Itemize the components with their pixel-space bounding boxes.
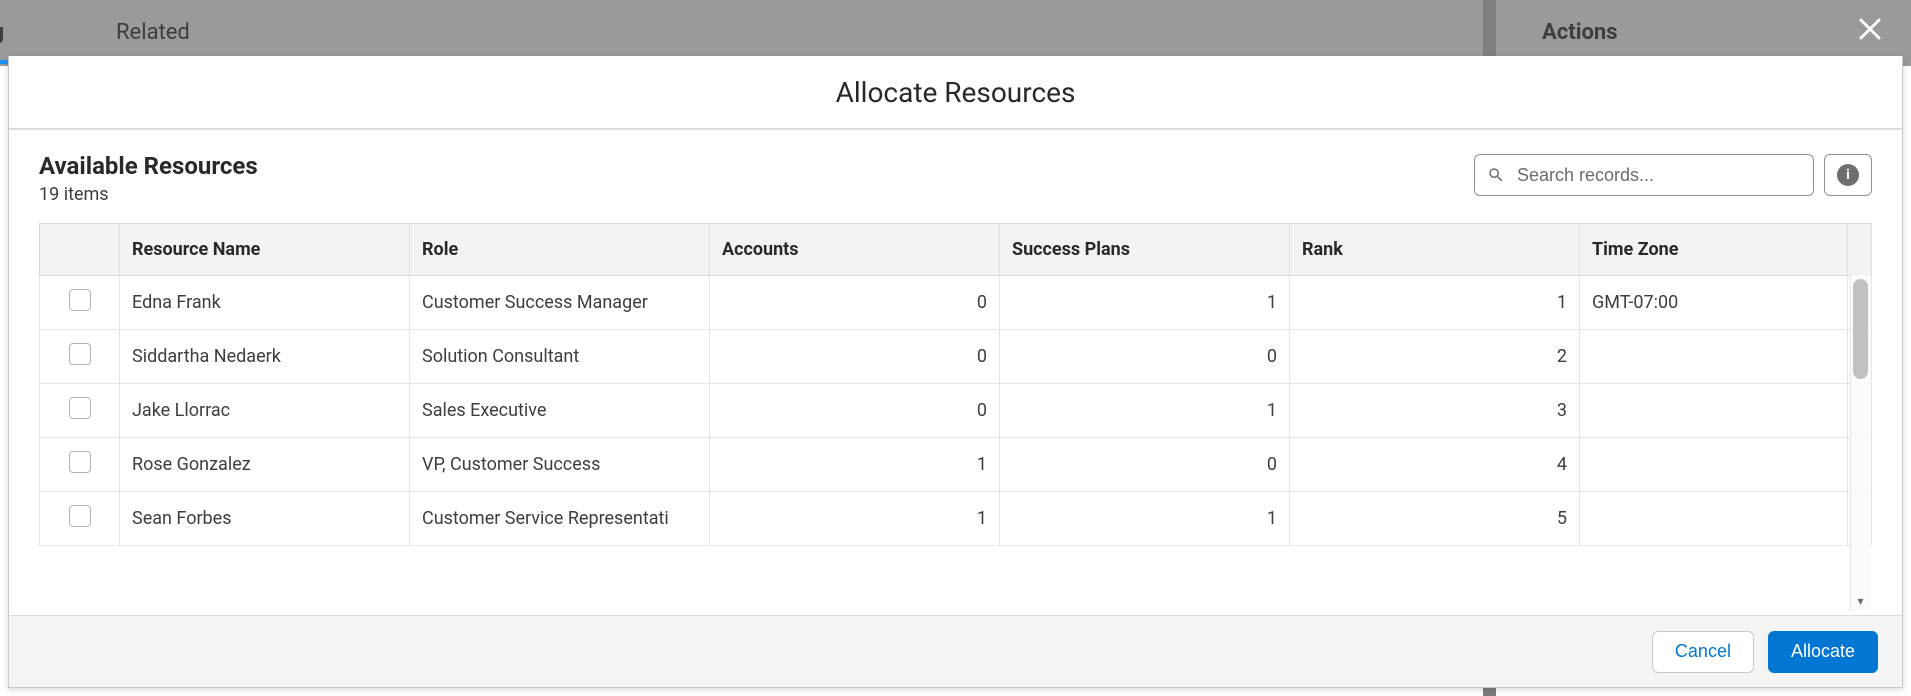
row-checkbox-cell[interactable] (40, 492, 120, 546)
resources-table-wrapper: Resource Name Role Accounts Success Plan… (39, 223, 1872, 615)
cell-success-plans: 1 (1000, 384, 1290, 438)
bg-tab-label: cing (0, 20, 4, 45)
cell-success-plans: 1 (1000, 492, 1290, 546)
cell-rank: 5 (1290, 492, 1580, 546)
row-checkbox-cell[interactable] (40, 330, 120, 384)
checkbox[interactable] (69, 397, 91, 419)
bg-actions-label: Actions (1542, 20, 1618, 45)
col-role[interactable]: Role (410, 224, 710, 276)
row-checkbox-cell[interactable] (40, 276, 120, 330)
table-row[interactable]: Siddartha NedaerkSolution Consultant002 (40, 330, 1872, 384)
cell-role: Customer Success Manager (410, 276, 710, 330)
table-header-row: Resource Name Role Accounts Success Plan… (40, 224, 1872, 276)
search-input[interactable] (1515, 164, 1801, 187)
cell-rank: 2 (1290, 330, 1580, 384)
search-icon (1487, 166, 1505, 184)
cell-success-plans: 0 (1000, 438, 1290, 492)
cell-time-zone (1580, 330, 1848, 384)
bg-tab-label: Related (116, 20, 190, 45)
cell-role: Customer Service Representati (410, 492, 710, 546)
cell-accounts: 1 (710, 492, 1000, 546)
cell-success-plans: 0 (1000, 330, 1290, 384)
cell-resource-name: Siddartha Nedaerk (120, 330, 410, 384)
cell-accounts: 0 (710, 384, 1000, 438)
allocate-button-label: Allocate (1791, 641, 1855, 662)
checkbox[interactable] (69, 343, 91, 365)
table-scrollbar[interactable]: ▾ (1850, 275, 1870, 611)
cell-rank: 3 (1290, 384, 1580, 438)
col-success-plans[interactable]: Success Plans (1000, 224, 1290, 276)
col-time-zone[interactable]: Time Zone (1580, 224, 1848, 276)
item-count-label: 19 items (39, 184, 258, 205)
cell-role: Solution Consultant (410, 330, 710, 384)
checkbox[interactable] (69, 289, 91, 311)
allocate-resources-modal: Allocate Resources Available Resources 1… (8, 56, 1903, 688)
scroll-down-icon[interactable]: ▾ (1851, 593, 1870, 609)
cell-accounts: 0 (710, 330, 1000, 384)
col-rank[interactable]: Rank (1290, 224, 1580, 276)
cell-role: VP, Customer Success (410, 438, 710, 492)
search-input-wrapper[interactable] (1474, 154, 1814, 196)
modal-title: Allocate Resources (9, 56, 1902, 130)
cell-time-zone (1580, 438, 1848, 492)
info-icon: i (1837, 164, 1859, 186)
checkbox[interactable] (69, 451, 91, 473)
col-accounts[interactable]: Accounts (710, 224, 1000, 276)
cell-resource-name: Sean Forbes (120, 492, 410, 546)
cell-rank: 4 (1290, 438, 1580, 492)
cell-resource-name: Jake Llorrac (120, 384, 410, 438)
cancel-button[interactable]: Cancel (1652, 631, 1754, 673)
resources-table: Resource Name Role Accounts Success Plan… (39, 223, 1872, 546)
cancel-button-label: Cancel (1675, 641, 1731, 662)
cell-time-zone: GMT-07:00 (1580, 276, 1848, 330)
checkbox[interactable] (69, 505, 91, 527)
bg-tab-related[interactable]: Related (94, 0, 212, 64)
col-checkbox (40, 224, 120, 276)
row-checkbox-cell[interactable] (40, 438, 120, 492)
table-row[interactable]: Edna FrankCustomer Success Manager011GMT… (40, 276, 1872, 330)
scroll-thumb[interactable] (1853, 279, 1868, 379)
allocate-button[interactable]: Allocate (1768, 631, 1878, 673)
modal-body: Available Resources 19 items i (9, 130, 1902, 615)
cell-resource-name: Edna Frank (120, 276, 410, 330)
available-resources-heading: Available Resources (39, 152, 258, 180)
cell-time-zone (1580, 384, 1848, 438)
cell-rank: 1 (1290, 276, 1580, 330)
close-icon[interactable] (1853, 10, 1887, 48)
col-resource-name[interactable]: Resource Name (120, 224, 410, 276)
bg-tab-resourcing[interactable]: cing (0, 0, 26, 64)
col-scrollgutter (1848, 224, 1872, 276)
row-checkbox-cell[interactable] (40, 384, 120, 438)
table-row[interactable]: Sean ForbesCustomer Service Representati… (40, 492, 1872, 546)
table-row[interactable]: Jake LlorracSales Executive013 (40, 384, 1872, 438)
cell-resource-name: Rose Gonzalez (120, 438, 410, 492)
cell-success-plans: 1 (1000, 276, 1290, 330)
modal-footer: Cancel Allocate (9, 615, 1902, 687)
cell-role: Sales Executive (410, 384, 710, 438)
table-row[interactable]: Rose GonzalezVP, Customer Success104 (40, 438, 1872, 492)
cell-accounts: 1 (710, 438, 1000, 492)
cell-time-zone (1580, 492, 1848, 546)
bg-actions-title: Actions (1520, 0, 1640, 64)
info-button[interactable]: i (1824, 154, 1872, 196)
cell-accounts: 0 (710, 276, 1000, 330)
